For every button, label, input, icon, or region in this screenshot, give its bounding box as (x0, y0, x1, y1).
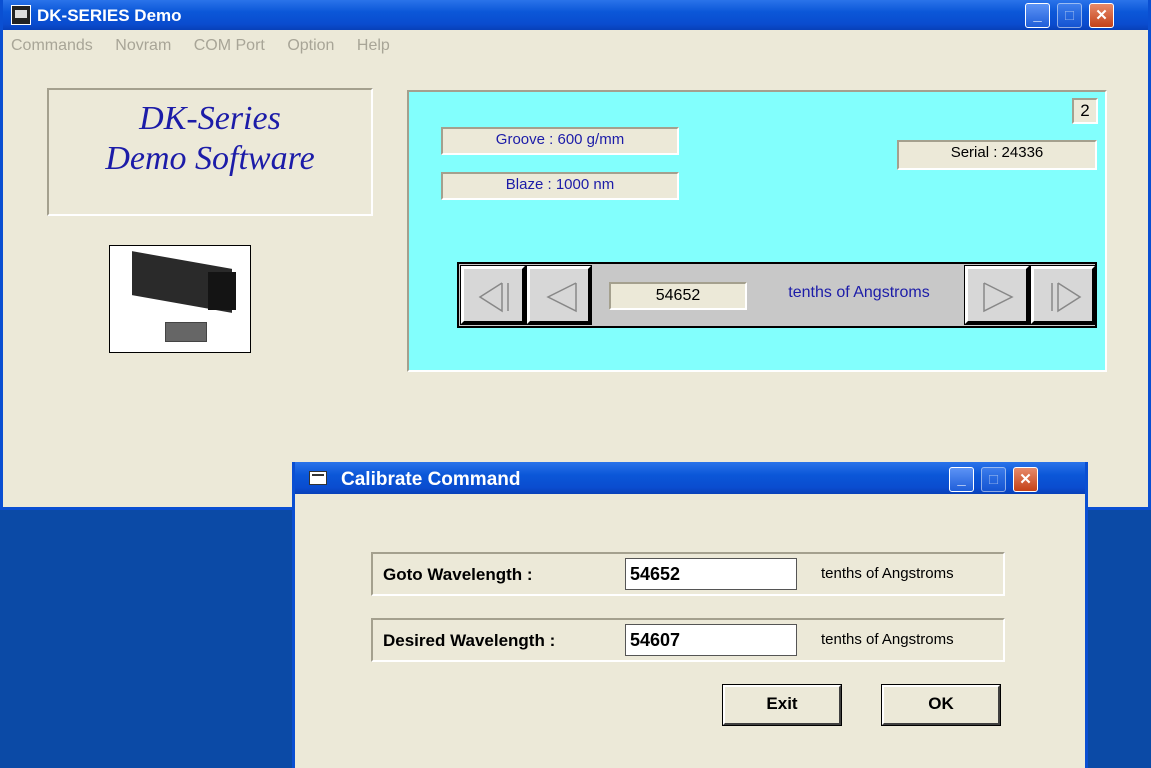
step-back-icon (546, 282, 577, 313)
dialog-title: Calibrate Command (341, 469, 521, 490)
device-image (109, 245, 251, 353)
dialog-minimize-button[interactable]: _ (949, 467, 974, 492)
goto-wavelength-units: tenths of Angstroms (821, 565, 954, 582)
menu-novram[interactable]: Novram (115, 37, 171, 54)
app-icon[interactable] (11, 5, 31, 25)
main-window-title: DK-SERIES Demo (37, 6, 182, 25)
skip-back-icon (478, 282, 509, 313)
close-button[interactable]: ✕ (1089, 3, 1114, 28)
menu-commands[interactable]: Commands (11, 37, 93, 54)
jump-to-start-button[interactable] (460, 265, 526, 325)
brand-panel: DK-Series Demo Software (47, 88, 373, 216)
status-panel: Groove : 600 g/mm Blaze : 1000 nm 2 Seri… (407, 90, 1107, 372)
main-window: DK-SERIES Demo _ □ ✕ Commands Novram COM… (0, 0, 1151, 510)
slot-number: 2 (1072, 98, 1098, 124)
minimize-button[interactable]: _ (1025, 3, 1050, 28)
dialog-maximize-button[interactable]: □ (981, 467, 1006, 492)
brand-title: DK-Series (139, 100, 281, 137)
goto-wavelength-input[interactable] (625, 558, 797, 590)
skip-forward-icon (1051, 282, 1082, 313)
calibrate-dialog: Calibrate Command _ □ ✕ Goto Wavelength … (292, 462, 1088, 768)
jump-to-end-button[interactable] (1030, 265, 1096, 325)
position-value: 54652 (609, 282, 747, 310)
step-back-button[interactable] (526, 265, 592, 325)
position-units: tenths of Angstroms (788, 284, 930, 301)
menu-option[interactable]: Option (287, 37, 334, 54)
device-face-shape (208, 272, 236, 310)
desired-wavelength-row: Desired Wavelength : tenths of Angstroms (371, 618, 1005, 662)
step-forward-button[interactable] (964, 265, 1030, 325)
dialog-titlebar[interactable]: Calibrate Command _ □ ✕ (295, 462, 1085, 494)
menu-com-port[interactable]: COM Port (194, 37, 265, 54)
brand-subtitle: Demo Software (105, 140, 315, 177)
step-forward-icon (983, 282, 1014, 313)
desired-wavelength-label: Desired Wavelength : (383, 631, 556, 650)
maximize-button[interactable]: □ (1057, 3, 1082, 28)
device-controller-shape (165, 322, 207, 342)
dialog-icon[interactable] (309, 471, 327, 485)
desired-wavelength-units: tenths of Angstroms (821, 631, 954, 648)
goto-wavelength-row: Goto Wavelength : tenths of Angstroms (371, 552, 1005, 596)
menu-bar: Commands Novram COM Port Option Help (11, 37, 408, 55)
desired-wavelength-input[interactable] (625, 624, 797, 656)
wavelength-stepper: 54652 tenths of Angstroms (457, 262, 1097, 328)
exit-button[interactable]: Exit (722, 684, 842, 726)
goto-wavelength-label: Goto Wavelength : (383, 565, 533, 584)
blaze-label: Blaze : 1000 nm (441, 172, 679, 200)
menu-help[interactable]: Help (357, 37, 390, 54)
groove-label: Groove : 600 g/mm (441, 127, 679, 155)
ok-button[interactable]: OK (881, 684, 1001, 726)
serial-label: Serial : 24336 (897, 140, 1097, 170)
dialog-close-button[interactable]: ✕ (1013, 467, 1038, 492)
main-titlebar[interactable]: DK-SERIES Demo _ □ ✕ (3, 0, 1148, 30)
